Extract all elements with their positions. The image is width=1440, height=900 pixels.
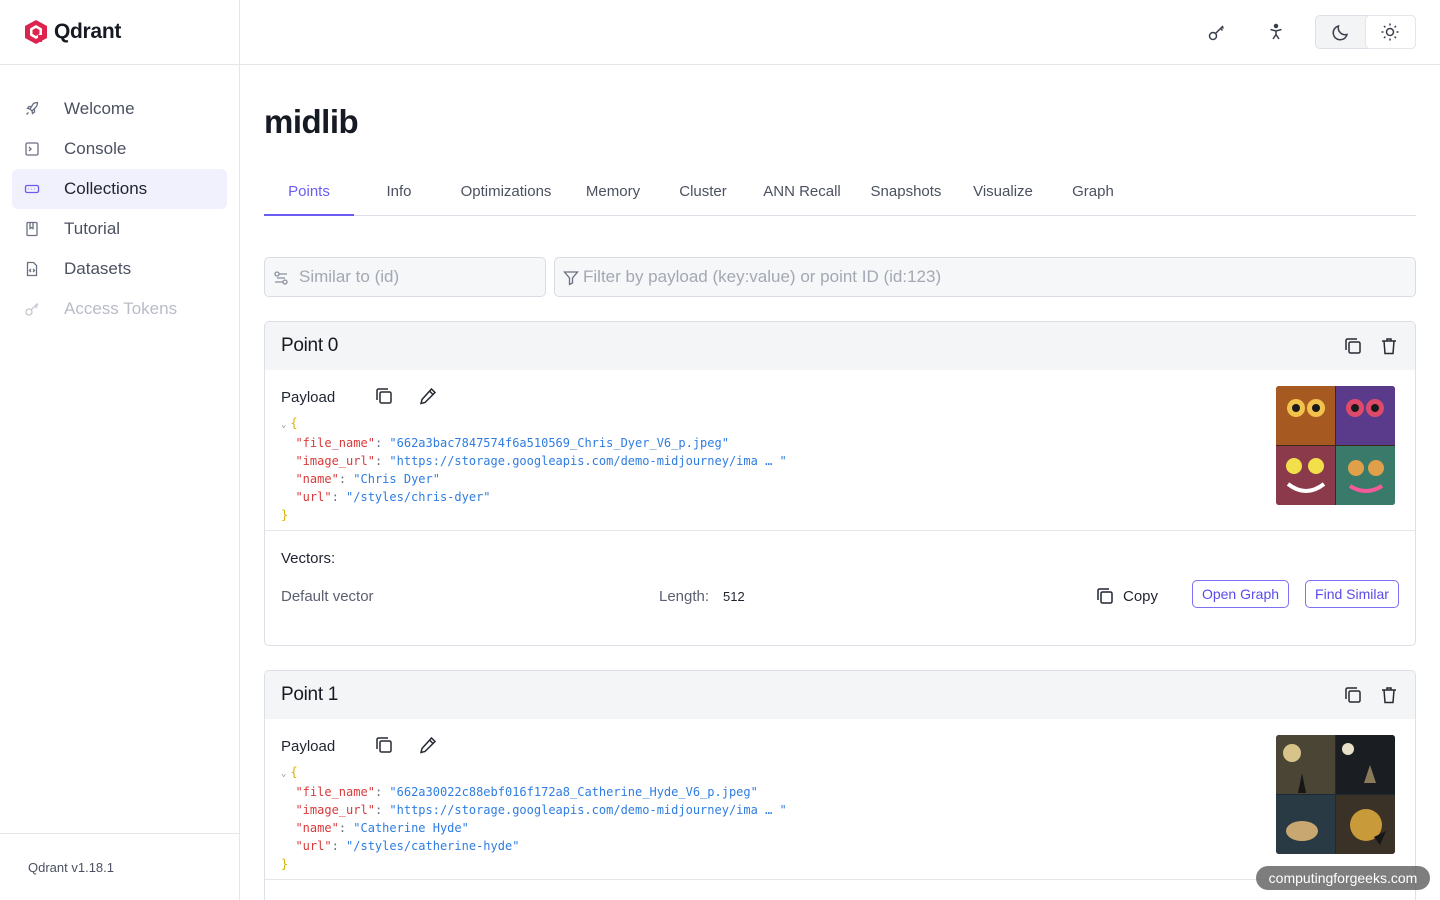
sidebar: Qdrant Welcome Console Collections Tutor… bbox=[0, 0, 240, 900]
tab-cluster[interactable]: Cluster bbox=[672, 173, 734, 216]
sidebar-item-label: Welcome bbox=[64, 99, 135, 118]
page-title: midlib bbox=[264, 103, 359, 140]
copy-payload-icon[interactable] bbox=[373, 734, 395, 756]
sidebar-item-datasets[interactable]: Datasets bbox=[12, 249, 227, 289]
tab-info[interactable]: Info bbox=[372, 173, 426, 216]
topbar bbox=[240, 0, 1440, 65]
vectors-section: Vectors: Default vector Length: 512 Copy… bbox=[265, 531, 1415, 645]
vector-length-label: Length: bbox=[659, 588, 710, 605]
tab-snapshots[interactable]: Snapshots bbox=[866, 173, 946, 216]
similar-search-input[interactable]: Similar to (id) bbox=[264, 257, 546, 297]
copy-vector-button[interactable]: Copy bbox=[1095, 583, 1158, 609]
tab-graph[interactable]: Graph bbox=[1064, 173, 1122, 216]
sidebar-item-tutorial[interactable]: Tutorial bbox=[12, 209, 227, 249]
collections-icon bbox=[24, 181, 40, 197]
qdrant-logo-icon bbox=[25, 20, 47, 44]
theme-toggle[interactable] bbox=[1315, 15, 1416, 49]
edit-payload-icon[interactable] bbox=[417, 385, 439, 407]
copy-label: Copy bbox=[1123, 587, 1159, 605]
book-icon bbox=[24, 221, 40, 237]
find-similar-button[interactable]: Find Similar bbox=[1305, 580, 1399, 608]
edit-payload-icon[interactable] bbox=[417, 734, 439, 756]
point-title: Point 1 bbox=[281, 684, 339, 705]
filter-icon bbox=[563, 270, 579, 291]
trash-icon[interactable] bbox=[1379, 336, 1399, 356]
point-card: Point 1 Payload ⌄{ "file_name": "662a300… bbox=[264, 670, 1416, 900]
sidebar-item-label: Datasets bbox=[64, 259, 132, 278]
tab-optimizations[interactable]: Optimizations bbox=[456, 173, 556, 216]
point-card: Point 0 Payload ⌄{ "file_name": "662a3ba… bbox=[264, 321, 1416, 646]
moon-icon[interactable] bbox=[1316, 16, 1366, 48]
point-title: Point 0 bbox=[281, 335, 339, 356]
vector-name: Default vector bbox=[281, 588, 374, 605]
collapse-caret-icon[interactable]: ⌄ bbox=[281, 420, 286, 430]
logo[interactable]: Qdrant bbox=[0, 0, 239, 65]
payload-label: Payload bbox=[281, 389, 336, 406]
open-graph-button[interactable]: Open Graph bbox=[1192, 580, 1289, 608]
terminal-icon bbox=[24, 141, 40, 157]
payload-json[interactable]: ⌄{ "file_name": "662a3bac7847574f6a51056… bbox=[281, 414, 787, 524]
vectors-label: Vectors: bbox=[281, 550, 336, 567]
sidebar-item-collections[interactable]: Collections bbox=[12, 169, 227, 209]
similar-icon bbox=[273, 270, 289, 291]
similar-placeholder: Similar to (id) bbox=[299, 267, 400, 286]
version-label: Qdrant v1.18.1 bbox=[0, 833, 239, 900]
sidebar-item-label: Access Tokens bbox=[64, 299, 178, 318]
key-icon[interactable] bbox=[1205, 20, 1229, 44]
sun-icon[interactable] bbox=[1365, 16, 1415, 48]
sidebar-item-welcome[interactable]: Welcome bbox=[12, 89, 227, 129]
sidebar-item-access-tokens[interactable]: Access Tokens bbox=[12, 289, 227, 329]
trash-icon[interactable] bbox=[1379, 685, 1399, 705]
collection-tabs: Points Info Optimizations Memory Cluster… bbox=[264, 173, 1416, 216]
watermark: computingforgeeks.com bbox=[1256, 866, 1430, 890]
filter-input[interactable]: Filter by payload (key:value) or point I… bbox=[554, 257, 1416, 297]
copy-icon[interactable] bbox=[1343, 336, 1363, 356]
point-card-header: Point 0 bbox=[265, 322, 1415, 370]
tab-ann-recall[interactable]: ANN Recall bbox=[760, 173, 844, 216]
app-name: Qdrant bbox=[54, 20, 122, 43]
copy-icon bbox=[1095, 586, 1115, 606]
tab-visualize[interactable]: Visualize bbox=[970, 173, 1036, 216]
payload-json[interactable]: ⌄{ "file_name": "662a30022c88ebf016f172a… bbox=[281, 763, 787, 873]
collapse-caret-icon[interactable]: ⌄ bbox=[281, 769, 286, 779]
sidebar-item-label: Collections bbox=[64, 179, 148, 198]
payload-label: Payload bbox=[281, 738, 336, 755]
payload-section: Payload ⌄{ "file_name": "662a30022c88ebf… bbox=[265, 719, 1415, 880]
payload-section: Payload ⌄{ "file_name": "662a3bac7847574… bbox=[265, 370, 1415, 531]
payload-image bbox=[1276, 735, 1395, 854]
sidebar-nav: Welcome Console Collections Tutorial Dat… bbox=[0, 65, 239, 329]
rocket-icon bbox=[24, 101, 40, 117]
tab-points[interactable]: Points bbox=[264, 173, 354, 216]
accessibility-icon[interactable] bbox=[1264, 20, 1288, 44]
payload-image bbox=[1276, 386, 1395, 505]
copy-payload-icon[interactable] bbox=[373, 385, 395, 407]
sidebar-item-label: Console bbox=[64, 139, 127, 158]
tab-memory[interactable]: Memory bbox=[580, 173, 646, 216]
file-code-icon bbox=[24, 261, 40, 277]
sidebar-item-label: Tutorial bbox=[64, 219, 121, 238]
key-icon bbox=[24, 301, 40, 317]
sidebar-item-console[interactable]: Console bbox=[12, 129, 227, 169]
copy-icon[interactable] bbox=[1343, 685, 1363, 705]
point-card-header: Point 1 bbox=[265, 671, 1415, 719]
vector-length-value: 512 bbox=[723, 589, 745, 604]
filter-placeholder: Filter by payload (key:value) or point I… bbox=[583, 267, 942, 286]
